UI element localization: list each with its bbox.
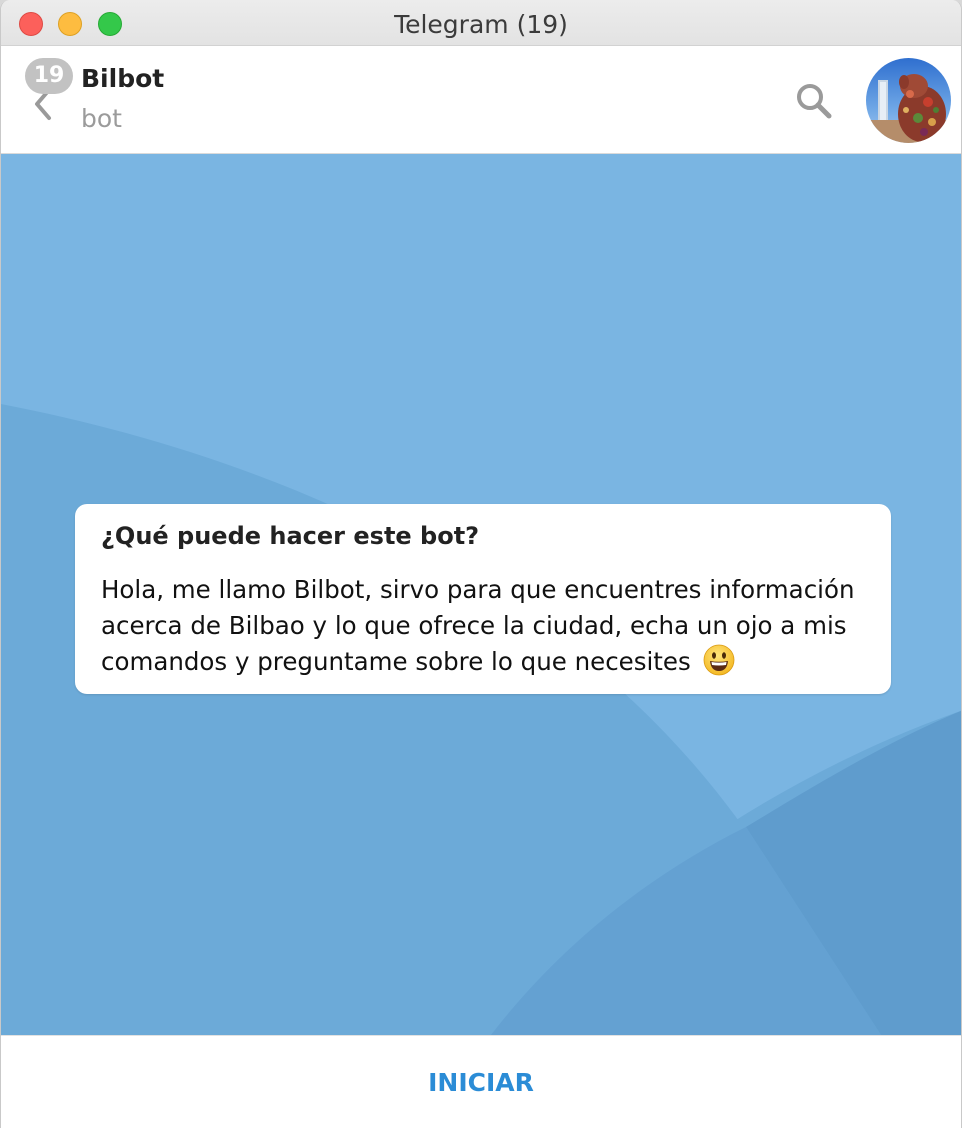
avatar-image: [866, 58, 951, 143]
smiling-face-emoji-icon: [703, 644, 734, 676]
start-bot-button[interactable]: INICIAR: [1, 1036, 961, 1128]
bot-description-title: ¿Qué puede hacer este bot?: [101, 522, 480, 550]
back-button[interactable]: 19: [23, 58, 79, 122]
unread-count-badge: 19: [25, 58, 73, 94]
bot-description-card: ¿Qué puede hacer este bot? Hola, me llam…: [75, 504, 891, 694]
bot-description-body: Hola, me llamo Bilbot, sirvo para que en…: [101, 572, 865, 680]
avatar[interactable]: [866, 58, 951, 143]
window-title: Telegram (19): [394, 10, 568, 39]
telegram-window: Telegram (19) 19 Bilbot bot ¿Qué puede h…: [0, 0, 962, 1128]
bottom-bar: INICIAR: [1, 1035, 961, 1128]
title-bar: Telegram (19): [1, 0, 961, 46]
search-icon[interactable]: [793, 80, 835, 122]
chat-status: bot: [81, 104, 122, 133]
bot-description-text: Hola, me llamo Bilbot, sirvo para que en…: [101, 575, 855, 676]
chat-title[interactable]: Bilbot: [81, 64, 164, 93]
chat-area: ¿Qué puede hacer este bot? Hola, me llam…: [1, 154, 961, 1035]
chat-header: 19 Bilbot bot: [1, 46, 961, 154]
